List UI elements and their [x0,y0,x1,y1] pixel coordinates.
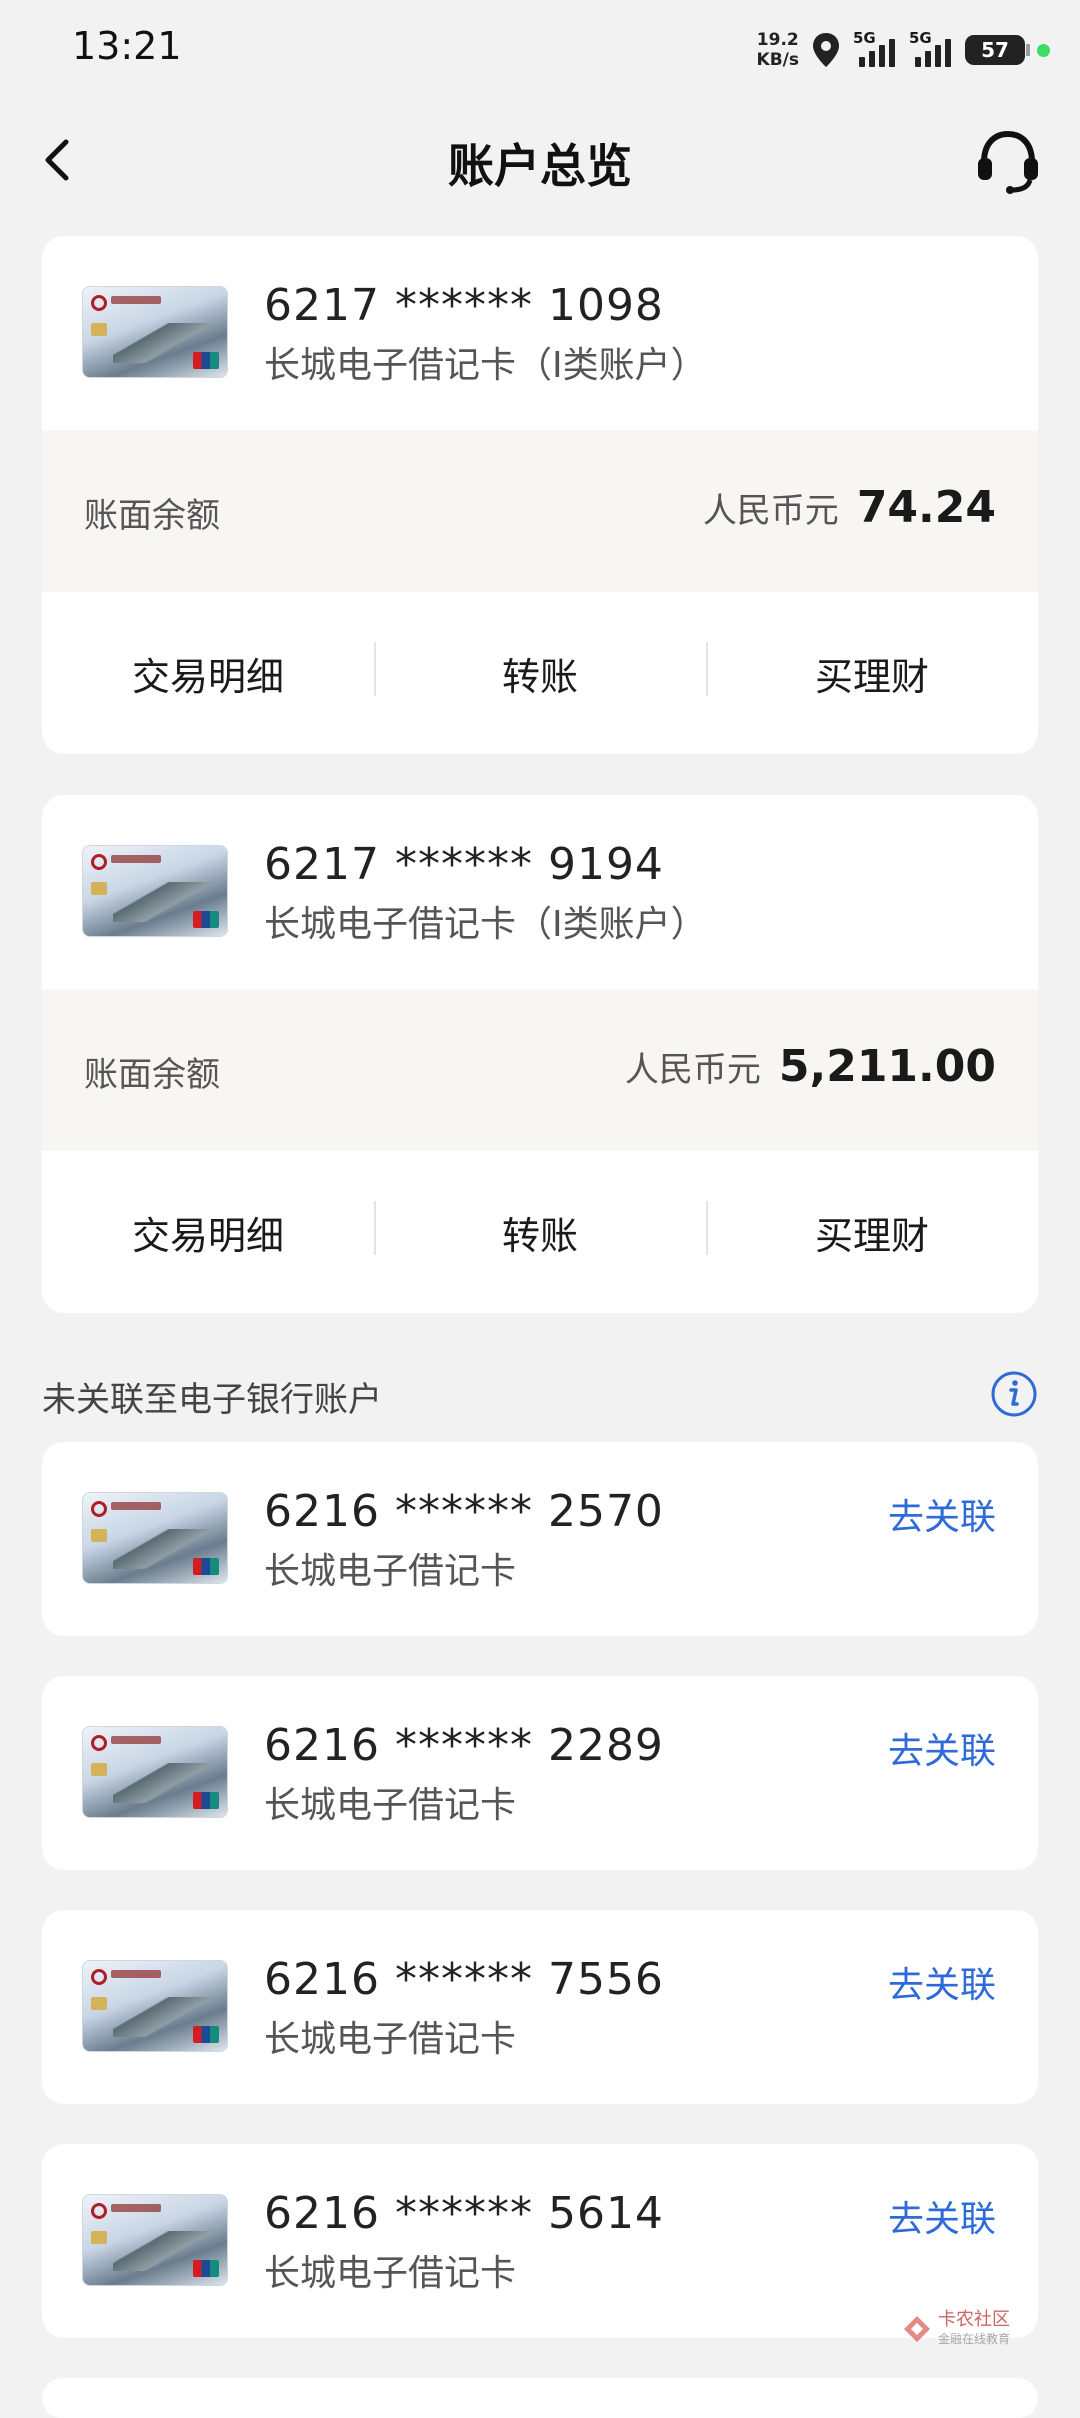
balance-amount: 5,211.00 [778,1041,996,1092]
unlinked-account-card: 6216 ****** 2289 长城电子借记卡 去关联 [42,1676,1038,1870]
bank-card-image [82,286,228,378]
watermark: 卡农社区 金融在线教育 [902,2310,1010,2347]
card-name: 长城电子借记卡（I类账户） [264,345,707,386]
transfer-button[interactable]: 转账 [374,1200,706,1260]
signal-icon-2: 5G [909,29,953,67]
link-account-button[interactable]: 去关联 [888,1956,996,2008]
watermark-logo-icon [904,2315,930,2342]
card-number: 6216 ****** 7556 [264,1954,664,2005]
unlinked-account-card: 6216 ****** 2570 长城电子借记卡 去关联 [42,1442,1038,1636]
bank-logo-icon [91,295,107,311]
bank-card-image [82,1492,228,1584]
transaction-details-button[interactable]: 交易明细 [42,646,374,701]
unionpay-icon [193,2260,219,2277]
unionpay-icon [193,911,219,928]
bank-logo-icon [91,1501,107,1517]
status-bar: 13:21 19.2 KB/s 5G 5G 57 [0,0,1080,100]
account-card[interactable]: 6217 ****** 1098 长城电子借记卡（I类账户） 账面余额 人民币元… [42,236,1038,754]
privacy-indicator-dot [1037,43,1050,57]
unlinked-section-title: 未关联至电子银行账户 [42,1380,382,1420]
unionpay-icon [193,352,219,369]
info-button[interactable] [990,1370,1038,1418]
bank-card-image [82,845,228,937]
signal-label-2: 5G [909,29,932,47]
link-account-button[interactable]: 去关联 [888,1722,996,1774]
net-speed-unit: KB/s [756,50,799,70]
card-number: 6216 ****** 2289 [264,1720,664,1771]
card-name: 长城电子借记卡 [264,2019,517,2060]
app-header: 账户总览 [0,100,1080,220]
net-speed: 19.2 KB/s [757,30,799,70]
balance-label: 账面余额 [84,1055,220,1095]
unionpay-icon [193,1558,219,1575]
card-number: 6216 ****** 2570 [264,1486,664,1537]
transaction-details-button[interactable]: 交易明细 [42,1205,374,1260]
bank-logo-icon [91,854,107,870]
battery-icon: 57 [965,35,1030,65]
account-actions: 交易明细 转账 买理财 [42,1151,1038,1313]
card-name: 长城电子借记卡 [264,2253,517,2294]
balance-amount: 74.24 [856,482,996,533]
balance-label: 账面余额 [84,496,220,536]
bank-card-image [82,2194,228,2286]
net-speed-value: 19.2 [756,30,799,50]
signal-label: 5G [853,29,876,47]
transfer-button[interactable]: 转账 [374,641,706,701]
currency-label: 人民币元 [702,491,839,531]
unionpay-icon [193,2026,219,2043]
link-account-button[interactable]: 去关联 [888,2190,996,2242]
card-name: 长城电子借记卡 [264,1785,517,1826]
unlinked-account-card: 6216 ****** 5614 长城电子借记卡 去关联 [42,2144,1038,2338]
location-icon [813,33,839,67]
link-account-button[interactable]: 去关联 [888,1488,996,1540]
card-name: 长城电子借记卡（I类账户） [264,904,707,945]
bank-logo-icon [91,1969,107,1985]
signal-icon: 5G [853,29,897,67]
bank-card-image [82,1960,228,2052]
balance-row: 账面余额 人民币元 74.24 [42,430,1038,592]
card-number: 6216 ****** 5614 [264,2188,664,2239]
buy-wealth-product-button[interactable]: 买理财 [706,1200,1038,1260]
account-card-header: 6217 ****** 1098 长城电子借记卡（I类账户） [42,236,1038,430]
card-number: 6217 ****** 9194 [264,839,664,890]
customer-service-button[interactable] [972,124,1044,196]
bank-card-image [82,1726,228,1818]
account-card-header: 6217 ****** 9194 长城电子借记卡（I类账户） [42,795,1038,989]
unionpay-icon [193,1792,219,1809]
info-icon [991,1371,1037,1417]
status-icons: 19.2 KB/s 5G 5G 57 [757,22,1050,78]
unlinked-account-card: 6216 ****** 7556 长城电子借记卡 去关联 [42,1910,1038,2104]
account-card[interactable]: 6217 ****** 9194 长城电子借记卡（I类账户） 账面余额 人民币元… [42,795,1038,1313]
card-name: 长城电子借记卡 [264,1551,517,1592]
headset-icon [978,130,1038,194]
page-title: 账户总览 [448,139,632,193]
bank-logo-icon [91,1735,107,1751]
card-number: 6217 ****** 1098 [264,280,664,331]
status-time: 13:21 [72,24,182,68]
buy-wealth-product-button[interactable]: 买理财 [706,641,1038,701]
watermark-subtitle: 金融在线教育 [938,2332,1011,2346]
account-actions: 交易明细 转账 买理财 [42,592,1038,754]
currency-label: 人民币元 [624,1050,761,1090]
bank-logo-icon [91,2203,107,2219]
unlinked-account-card-partial [42,2378,1038,2418]
balance-row: 账面余额 人民币元 5,211.00 [42,989,1038,1151]
watermark-title: 卡农社区 [938,2309,1010,2330]
